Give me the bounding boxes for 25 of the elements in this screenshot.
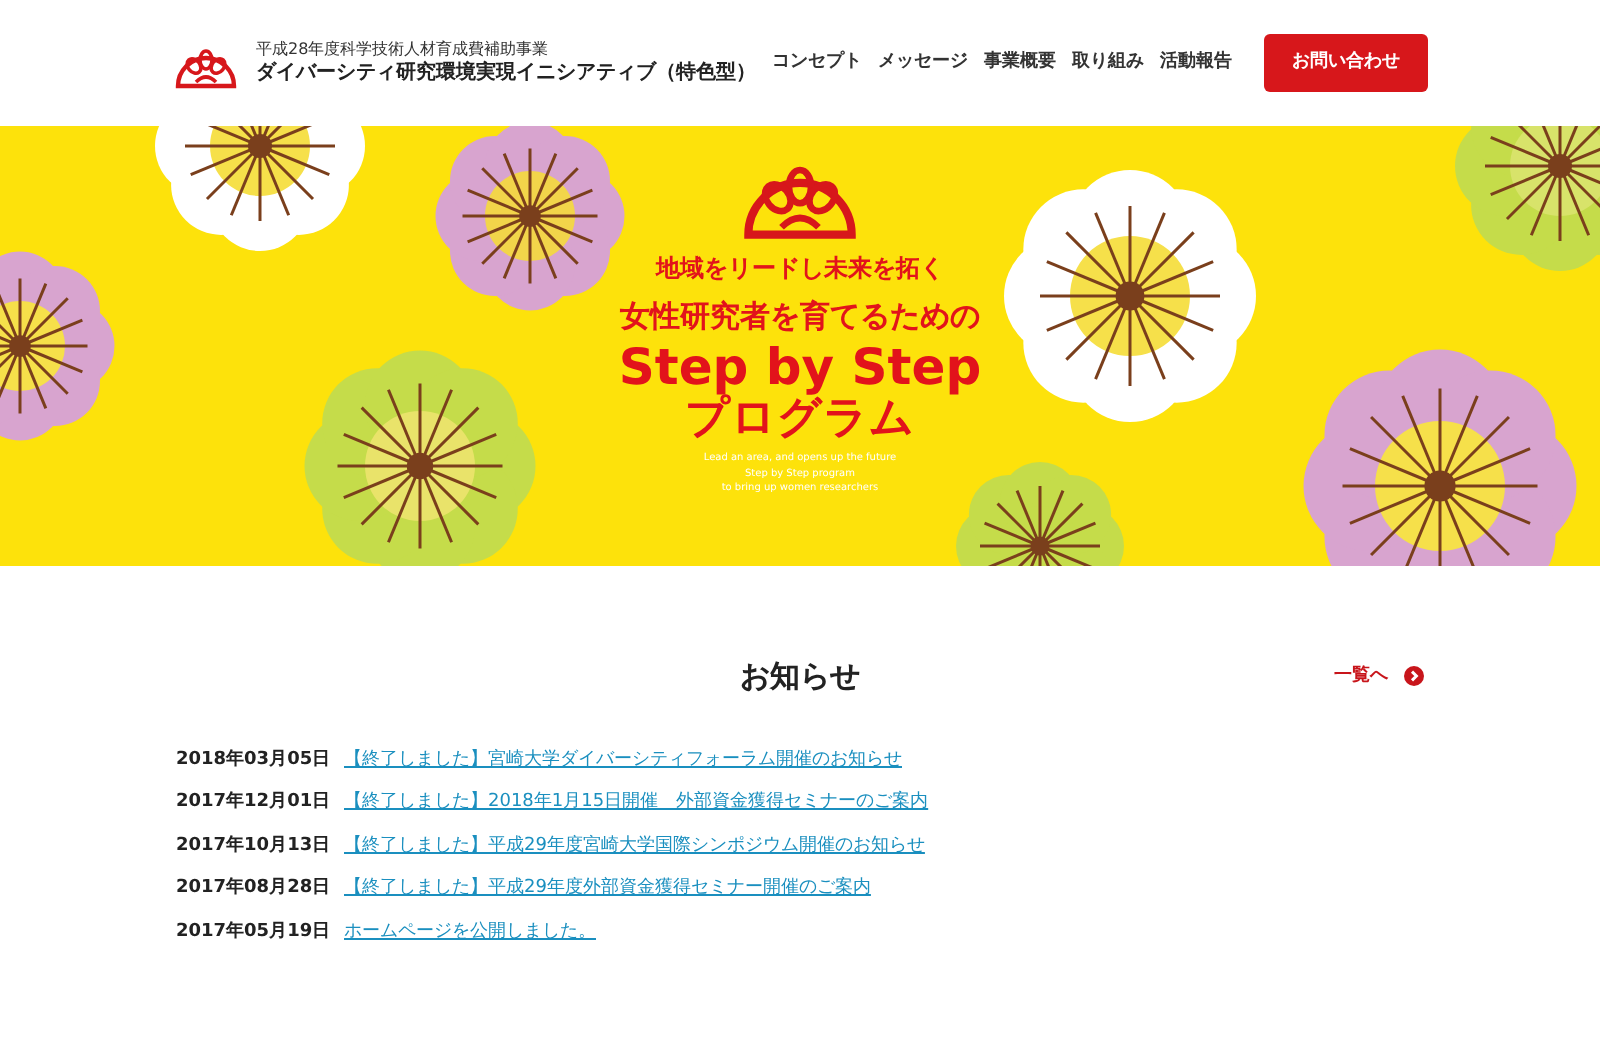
news-date: 2018年03月05日 xyxy=(176,747,333,773)
contact-button[interactable]: お問い合わせ xyxy=(1264,33,1428,93)
section-heading: お知らせ xyxy=(740,656,860,698)
hero-heading: 女性研究者を育てるための xyxy=(620,296,980,338)
arrow-right-icon xyxy=(1404,666,1424,687)
view-all-link[interactable]: 一覧へ xyxy=(1334,663,1424,690)
hero-tagline: 地域をリードし未来を拓く xyxy=(656,252,944,286)
hero-subtitle: プログラム xyxy=(685,394,915,445)
header-subtitle: 平成28年度科学技術人材育成費補助事業 xyxy=(256,40,551,60)
nav-link[interactable]: 取り組み xyxy=(1072,49,1144,77)
news-date: 2017年08月28日 xyxy=(176,876,333,902)
nav-link[interactable]: 活動報告 xyxy=(1160,49,1232,77)
news-date: 2017年12月01日 xyxy=(176,790,333,816)
news-link[interactable]: ホームページを公開しました。 xyxy=(344,919,596,946)
site-title: ダイバーシティ研究環境実現イニシアティブ（特色型） xyxy=(256,59,756,86)
nav-link[interactable]: 事業概要 xyxy=(984,49,1056,77)
nav-link[interactable]: メッセージ xyxy=(878,49,968,77)
news-link[interactable]: 【終了しました】2018年1月15日開催 外部資金獲得セミナーのご案内 xyxy=(344,790,929,817)
news-date: 2017年05月19日 xyxy=(176,919,333,945)
news-link[interactable]: 【終了しました】平成29年度宮崎大学国際シンポジウム開催のお知らせ xyxy=(344,833,925,860)
nav-link[interactable]: コンセプト xyxy=(772,49,862,77)
news-link[interactable]: 【終了しました】平成29年度外部資金獲得セミナー開催のご案内 xyxy=(344,876,871,903)
news-date: 2017年10月13日 xyxy=(176,833,333,859)
news-link[interactable]: 【終了しました】宮崎大学ダイバーシティフォーラム開催のお知らせ xyxy=(344,747,902,774)
hero-title: Step by Step xyxy=(618,339,982,394)
